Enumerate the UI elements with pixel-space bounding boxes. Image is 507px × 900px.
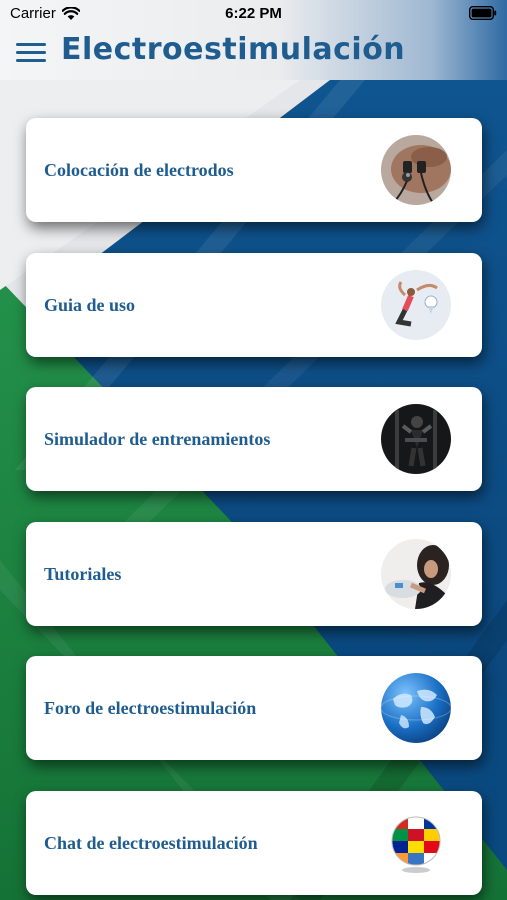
status-bar: Carrier 6:22 PM [0,0,507,28]
menu-item-colocacion-electrodos[interactable]: Colocación de electrodos [26,118,482,222]
hamburger-menu-icon[interactable] [16,42,46,64]
tutorial-photo-icon [381,539,451,609]
menu-item-foro-electroestimulacion[interactable]: Foro de electroestimulación [26,656,482,760]
menu-item-label: Tutoriales [44,564,122,584]
battery-icon [469,6,497,20]
status-time: 6:22 PM [225,5,282,22]
fitness-woman-photo-icon [381,270,451,340]
gym-training-photo-icon [381,404,451,474]
menu-item-label: Colocación de electrodos [44,160,234,180]
flags-globe-icon [381,808,451,878]
navigation-bar: Electroestimulación [0,28,507,78]
menu-item-label: Guia de uso [44,295,136,315]
electrodes-photo-icon [381,135,451,205]
page-title: Electroestimulación [61,32,406,67]
menu-item-label: Simulador de entrenamientos [44,429,271,449]
menu-item-label: Chat de electroestimulación [44,833,258,853]
globe-icon [381,673,451,743]
menu-item-simulador-entrenamientos[interactable]: Simulador de entrenamientos [26,387,482,491]
menu-item-guia-uso[interactable]: Guia de uso [26,253,482,357]
menu-item-chat-electroestimulacion[interactable]: Chat de electroestimulación [26,791,482,895]
menu-item-tutoriales[interactable]: Tutoriales [26,522,482,626]
menu-item-label: Foro de electroestimulación [44,698,257,718]
